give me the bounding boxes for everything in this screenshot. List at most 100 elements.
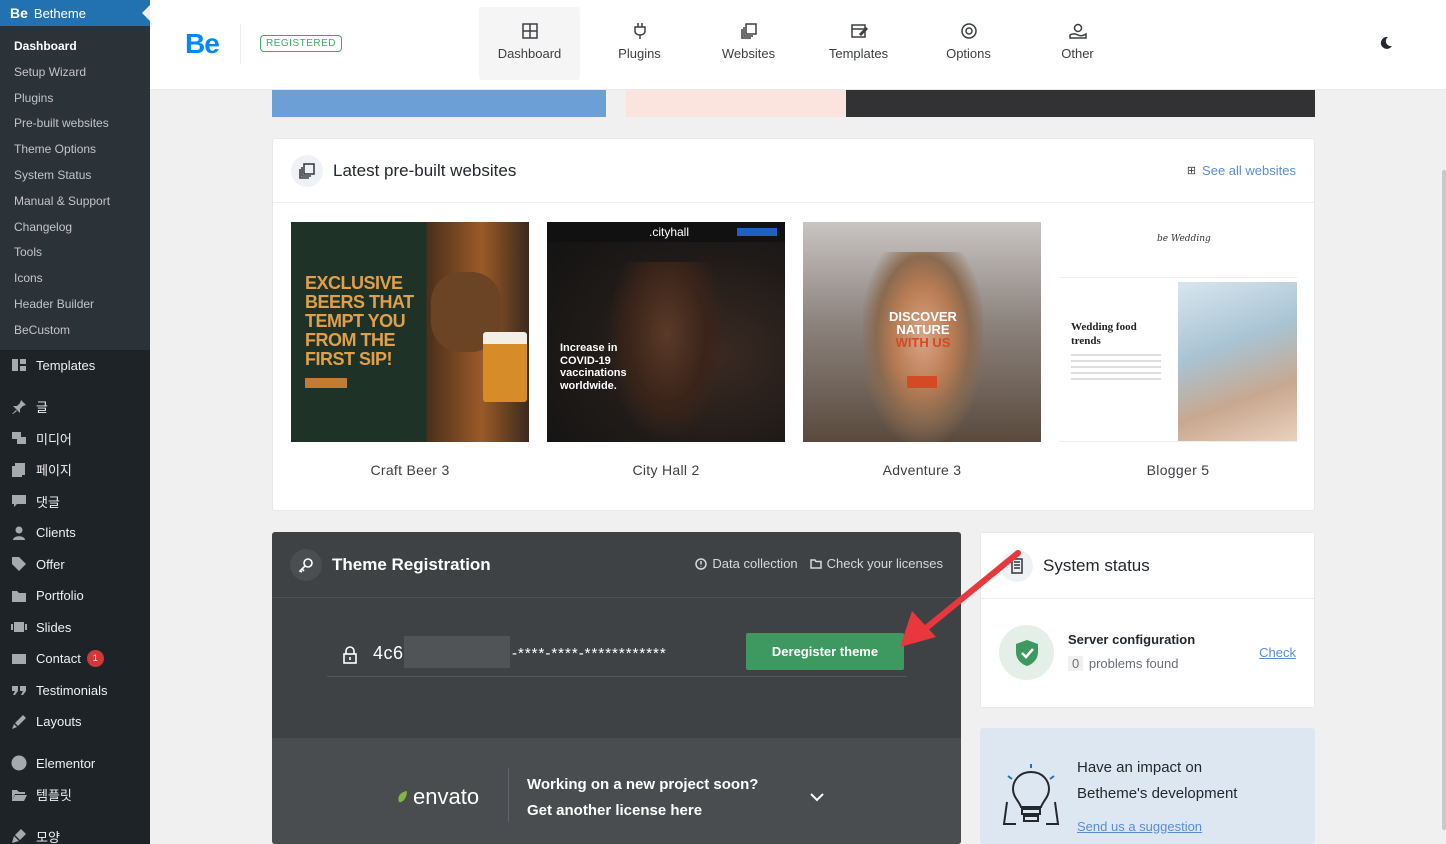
tab-other[interactable]: Other bbox=[1027, 7, 1128, 80]
submenu-becustom[interactable]: BeCustom bbox=[0, 318, 150, 344]
submenu-setup-wizard[interactable]: Setup Wizard bbox=[0, 60, 150, 86]
tab-dashboard[interactable]: Dashboard bbox=[479, 7, 580, 80]
submenu-tools[interactable]: Tools bbox=[0, 240, 150, 266]
chevron-down-icon[interactable] bbox=[808, 788, 826, 806]
tab-websites[interactable]: Websites bbox=[698, 7, 799, 80]
appearance-icon bbox=[10, 828, 28, 844]
sidebar-item-label: 미디어 bbox=[36, 431, 72, 447]
license-key-masked: -****-****-************ bbox=[512, 645, 667, 662]
sidebar-item-label: Betheme bbox=[33, 5, 86, 21]
betheme-logo[interactable]: Be bbox=[185, 28, 220, 60]
sidebar-item-posts[interactable]: 글 bbox=[0, 391, 150, 423]
templates-icon bbox=[10, 357, 28, 373]
sidebar-item-portfolio[interactable]: Portfolio bbox=[0, 580, 150, 612]
sidebar-item-templates-kr[interactable]: 템플릿 bbox=[0, 779, 150, 811]
see-all-websites-link[interactable]: ⊞ See all websites bbox=[1187, 163, 1296, 178]
website-thumbnail-adventure[interactable]: DISCOVER NATURE WITH US bbox=[803, 222, 1041, 442]
tab-plugins[interactable]: Plugins bbox=[589, 7, 690, 80]
clients-icon bbox=[10, 525, 28, 541]
website-name[interactable]: Adventure 3 bbox=[803, 462, 1041, 478]
folder-icon bbox=[10, 588, 28, 604]
tab-options[interactable]: Options bbox=[918, 7, 1019, 80]
envato-license-promo[interactable]: envato Working on a new project soon? Ge… bbox=[272, 738, 961, 844]
prebuilt-websites-card: Latest pre-built websites ⊞ See all webs… bbox=[272, 138, 1315, 511]
sidebar-item-label: Templates bbox=[36, 357, 96, 373]
submenu-changelog[interactable]: Changelog bbox=[0, 215, 150, 241]
sidebar-item-clients[interactable]: Clients bbox=[0, 517, 150, 549]
betheme-header: Be REGISTERED Dashboard Plugins Websites… bbox=[150, 0, 1446, 90]
sidebar-item-comments[interactable]: 댓글 bbox=[0, 486, 150, 518]
plug-icon bbox=[631, 22, 649, 40]
hand-heart-icon bbox=[1068, 22, 1087, 40]
sidebar-item-appearance[interactable]: 모양 bbox=[0, 821, 150, 844]
website-thumbnails: EXCLUSIVE BEERS THAT TEMPT YOU FROM THE … bbox=[291, 222, 1299, 478]
send-suggestion-link[interactable]: Send us a suggestion bbox=[1077, 819, 1202, 834]
lightbulb-icon bbox=[1002, 764, 1060, 825]
problems-count: 0 bbox=[1068, 656, 1084, 671]
page-scrollbar[interactable] bbox=[1442, 170, 1446, 830]
envato-logo: envato bbox=[396, 784, 479, 810]
card-title: Latest pre-built websites bbox=[333, 160, 517, 180]
server-config-title: Server configuration bbox=[1068, 632, 1196, 647]
website-thumbnail-city-hall[interactable]: .cityhall Increase in COVID-19 vaccinati… bbox=[547, 222, 785, 442]
registered-badge: REGISTERED bbox=[260, 35, 343, 52]
sidebar-item-templates[interactable]: Templates bbox=[0, 350, 150, 382]
sidebar-item-label: 글 bbox=[36, 400, 48, 416]
card-header: Theme Registration Data collection Check… bbox=[272, 532, 961, 598]
sidebar-item-slides[interactable]: Slides bbox=[0, 612, 150, 644]
sidebar-item-label: Slides bbox=[36, 619, 72, 635]
license-key-prefix: 4c6 bbox=[373, 643, 404, 663]
website-name[interactable]: Craft Beer 3 bbox=[291, 462, 529, 478]
submenu-plugins[interactable]: Plugins bbox=[0, 86, 150, 112]
sidebar-item-label: Offer bbox=[36, 556, 65, 572]
grid-icon: ⊞ bbox=[1186, 165, 1197, 177]
betheme-icon: Be bbox=[10, 5, 28, 21]
sidebar-item-media[interactable]: 미디어 bbox=[0, 423, 150, 455]
banner-image bbox=[846, 90, 1315, 117]
templates-edit-icon bbox=[850, 22, 868, 40]
sidebar-item-betheme[interactable]: Be Betheme bbox=[0, 0, 150, 26]
elementor-icon bbox=[10, 755, 28, 771]
tab-label: Templates bbox=[828, 46, 889, 61]
sidebar-item-contact[interactable]: Contact 1 bbox=[0, 643, 150, 675]
submenu-prebuilt-websites[interactable]: Pre-built websites bbox=[0, 111, 150, 137]
sidebar-item-label: Clients bbox=[36, 525, 76, 541]
mail-icon bbox=[10, 651, 28, 667]
data-collection-link[interactable]: Data collection bbox=[695, 556, 798, 571]
sidebar-item-label: 댓글 bbox=[36, 494, 60, 510]
deregister-theme-button[interactable]: Deregister theme bbox=[746, 633, 904, 670]
quote-icon bbox=[10, 682, 28, 698]
sidebar-item-layouts[interactable]: Layouts bbox=[0, 706, 150, 738]
submenu-manual-support[interactable]: Manual & Support bbox=[0, 189, 150, 215]
sidebar-item-pages[interactable]: 페이지 bbox=[0, 454, 150, 486]
envato-promo-text: Working on a new project soon? Get anoth… bbox=[527, 776, 759, 819]
registration-links: Data collection Check your licenses bbox=[683, 556, 943, 571]
license-key-redaction bbox=[404, 636, 510, 668]
submenu-system-status[interactable]: System Status bbox=[0, 163, 150, 189]
website-thumbnail-blogger[interactable]: be Wedding Wedding food trends bbox=[1059, 222, 1297, 442]
notification-badge: 1 bbox=[86, 650, 104, 668]
tab-templates[interactable]: Templates bbox=[808, 7, 909, 80]
sidebar-item-elementor[interactable]: Elementor bbox=[0, 748, 150, 780]
media-icon bbox=[10, 430, 28, 446]
website-name[interactable]: City Hall 2 bbox=[547, 462, 785, 478]
sidebar-item-offer[interactable]: Offer bbox=[0, 549, 150, 581]
sidebar-item-label: 페이지 bbox=[36, 463, 72, 479]
dark-mode-icon[interactable] bbox=[1378, 35, 1394, 51]
sidebar-item-testimonials[interactable]: Testimonials bbox=[0, 675, 150, 707]
tab-label: Plugins bbox=[618, 46, 661, 61]
check-licenses-link[interactable]: Check your licenses bbox=[809, 556, 943, 571]
submenu-dashboard[interactable]: Dashboard bbox=[0, 34, 150, 60]
website-thumbnail-craft-beer[interactable]: EXCLUSIVE BEERS THAT TEMPT YOU FROM THE … bbox=[291, 222, 529, 442]
card-title: System status bbox=[1043, 555, 1150, 575]
website-name[interactable]: Blogger 5 bbox=[1059, 462, 1297, 478]
card-header: System status bbox=[981, 533, 1314, 599]
sidebar-item-label: Testimonials bbox=[36, 682, 108, 698]
check-link[interactable]: Check bbox=[1259, 645, 1296, 660]
submenu-icons[interactable]: Icons bbox=[0, 266, 150, 292]
sidebar-item-label: Contact bbox=[36, 651, 81, 667]
brush-icon bbox=[10, 714, 28, 730]
submenu-theme-options[interactable]: Theme Options bbox=[0, 137, 150, 163]
info-icon bbox=[695, 557, 708, 570]
submenu-header-builder[interactable]: Header Builder bbox=[0, 292, 150, 318]
